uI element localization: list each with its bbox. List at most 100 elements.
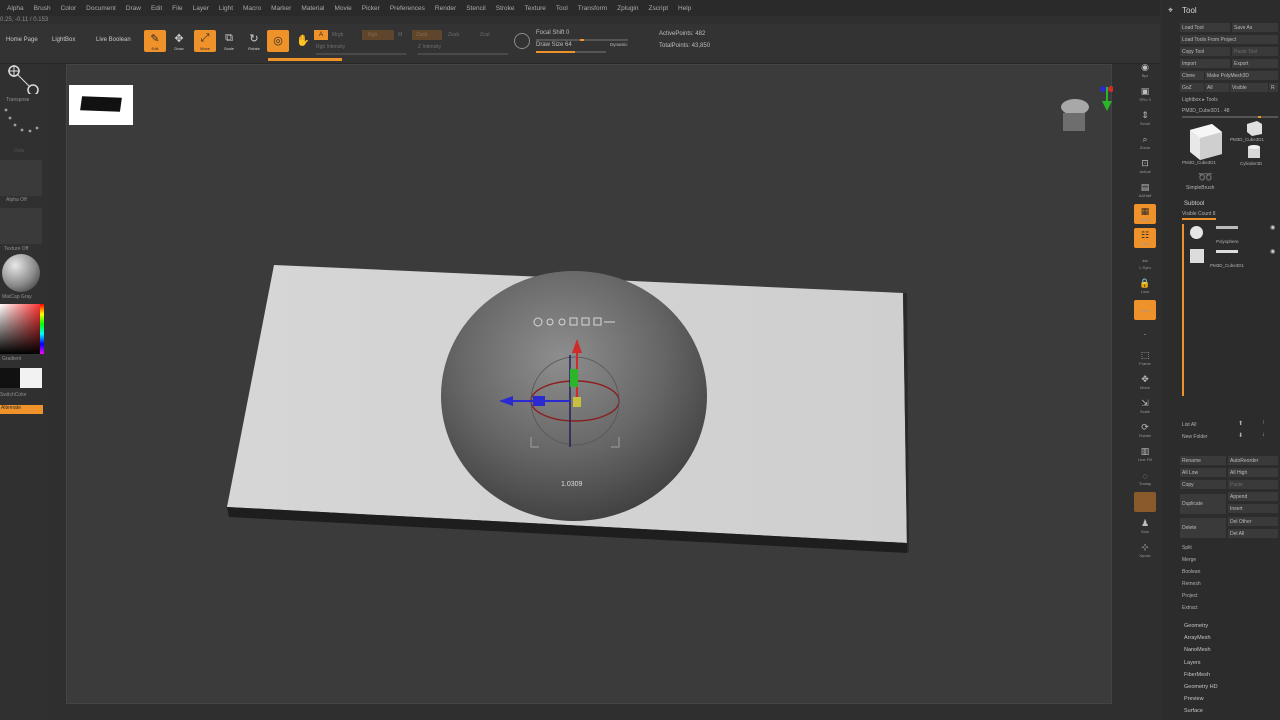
secondary-color-swatch[interactable] <box>20 368 42 388</box>
menu-item-preferences[interactable]: Preferences <box>385 5 430 12</box>
rgb-intensity-slider[interactable]: Rgb Intensity <box>316 44 345 50</box>
menu-item-stencil[interactable]: Stencil <box>461 5 491 12</box>
duplicate-button[interactable]: Duplicate <box>1180 494 1226 514</box>
all-low-button[interactable]: All Low <box>1180 468 1226 477</box>
draw-size-slider[interactable]: Draw Size 64 <box>536 42 572 48</box>
menu-item-movie[interactable]: Movie <box>329 5 356 12</box>
right-shelf-gxyz-button[interactable]: Gxyz <box>1134 300 1156 320</box>
z-intensity-slider[interactable]: Z Intensity <box>418 44 441 50</box>
subtool-item-polysphere[interactable]: ◉ Polysphere <box>1190 224 1276 246</box>
menu-item-zscript[interactable]: Zscript <box>644 5 674 12</box>
right-shelf-spix-3-button[interactable]: ▣ SPix 3 <box>1134 84 1156 104</box>
live-boolean-button[interactable]: Live Boolean <box>90 32 137 48</box>
mrgb-toggle[interactable]: Mrgb <box>332 32 343 38</box>
dynamic-size-icon[interactable] <box>514 33 530 49</box>
menu-item-alpha[interactable]: Alpha <box>2 5 29 12</box>
rename-button[interactable]: Rename <box>1180 456 1226 465</box>
alpha-slot[interactable] <box>0 160 42 196</box>
menu-item-stroke[interactable]: Stroke <box>491 5 520 12</box>
subtool-header[interactable]: Subtool <box>1184 201 1204 207</box>
goz-visible-button[interactable]: Visible <box>1230 83 1268 92</box>
rotate-tool-button[interactable]: ↻ Rotate <box>243 30 265 52</box>
right-shelf-scroll-button[interactable]: ⇕ Scroll <box>1134 108 1156 128</box>
right-shelf-slot-18-button[interactable] <box>1134 492 1156 512</box>
delete-button[interactable]: Delete <box>1180 518 1226 538</box>
project-subpalette[interactable]: Project <box>1182 593 1198 599</box>
copy-button[interactable]: Copy <box>1180 480 1226 489</box>
del-other-button[interactable]: Del Other <box>1228 517 1278 526</box>
eye-icon[interactable]: ◉ <box>1270 248 1275 255</box>
dynamic-toggle[interactable]: Dynamic <box>610 42 628 47</box>
extract-subpalette[interactable]: Extract <box>1182 605 1198 611</box>
right-shelf-xpose-button[interactable]: ⊹ Xpose <box>1134 540 1156 560</box>
menu-item-zplugin[interactable]: Zplugin <box>612 5 643 12</box>
right-shelf-frame-button[interactable]: ⬚ Frame <box>1134 348 1156 368</box>
right-shelf-scale-button[interactable]: ⇲ Scale <box>1134 396 1156 416</box>
arrow-down-small-icon[interactable]: ↓ <box>1262 432 1265 438</box>
split-subpalette[interactable]: Split <box>1182 545 1192 551</box>
preview-subpalette[interactable]: Preview <box>1184 696 1204 702</box>
arrow-up-icon[interactable]: ⬆ <box>1238 420 1243 427</box>
right-shelf-zoom-button[interactable]: ⌕ Zoom <box>1134 132 1156 152</box>
a-toggle[interactable]: A <box>314 30 328 40</box>
append-button[interactable]: Append <box>1228 492 1278 501</box>
arrow-down-icon[interactable]: ⬇ <box>1238 432 1243 439</box>
insert-button[interactable]: Insert <box>1228 504 1278 513</box>
right-shelf-l-sym-button[interactable]: ⇔ L.Sym <box>1134 252 1156 272</box>
merge-subpalette[interactable]: Merge <box>1182 557 1196 563</box>
copy-tool-button[interactable]: Copy Tool <box>1180 47 1230 56</box>
paste-button[interactable]: Paste <box>1228 480 1278 489</box>
nanomesh-subpalette[interactable]: NanoMesh <box>1184 647 1211 653</box>
right-shelf-transp-button[interactable]: ◌ Transp <box>1134 468 1156 488</box>
paste-tool-button[interactable]: Paste Tool <box>1232 47 1278 56</box>
menu-item-macro[interactable]: Macro <box>238 5 266 12</box>
zsub-toggle[interactable]: Zsub <box>448 32 459 38</box>
geometry-hd-subpalette[interactable]: Geometry HD <box>1184 684 1218 690</box>
zcut-toggle[interactable]: Zcut <box>480 32 490 38</box>
menu-item-marker[interactable]: Marker <box>266 5 296 12</box>
load-tool-button[interactable]: Load Tool <box>1180 23 1230 32</box>
goz-r-button[interactable]: R <box>1269 83 1278 92</box>
menu-item-picker[interactable]: Picker <box>357 5 385 12</box>
canvas-viewport[interactable]: 1.0309 <box>66 64 1113 705</box>
menu-item-draw[interactable]: Draw <box>121 5 146 12</box>
eye-icon[interactable]: ◉ <box>1270 224 1275 231</box>
menu-item-brush[interactable]: Brush <box>29 5 56 12</box>
right-shelf-persp-button[interactable]: ▦ Persp <box>1134 204 1156 224</box>
right-shelf-lock-button[interactable]: 🔒 Lock <box>1134 276 1156 296</box>
menu-item-color[interactable]: Color <box>56 5 82 12</box>
goz-all-button[interactable]: All <box>1205 83 1229 92</box>
save-as-button[interactable]: Save As <box>1232 23 1278 32</box>
right-shelf-floor-button[interactable]: ☷ Floor <box>1134 228 1156 248</box>
menu-item-document[interactable]: Document <box>81 5 121 12</box>
material-slot[interactable] <box>0 254 42 292</box>
view-orientation-icon[interactable] <box>1061 86 1113 131</box>
del-all-button[interactable]: Del All <box>1228 529 1278 538</box>
menu-item-material[interactable]: Material <box>296 5 329 12</box>
home-page-button[interactable]: Home Page <box>0 32 44 48</box>
auto-reorder-button[interactable]: AutoReorder <box>1228 456 1278 465</box>
cylinder-tool-thumbnail[interactable] <box>1244 144 1264 160</box>
alternate-button[interactable]: Alternate <box>0 405 43 414</box>
geometry-subpalette[interactable]: Geometry <box>1184 623 1208 629</box>
menu-item-transform[interactable]: Transform <box>573 5 612 12</box>
menu-item-file[interactable]: File <box>167 5 187 12</box>
remesh-subpalette[interactable]: Remesh <box>1182 581 1201 587</box>
texture-slot[interactable] <box>0 208 42 244</box>
menu-item-edit[interactable]: Edit <box>146 5 167 12</box>
scene[interactable] <box>67 65 1113 705</box>
fibermesh-subpalette[interactable]: FiberMesh <box>1184 672 1210 678</box>
move-tool-button[interactable]: ⤢ Move <box>194 30 216 52</box>
dots-stroke-button[interactable] <box>2 106 42 140</box>
make-polymesh-button[interactable]: Make PolyMesh3D <box>1205 71 1278 80</box>
export-button[interactable]: Export <box>1232 59 1278 68</box>
draw-tool-button[interactable]: ✥ Draw <box>168 30 190 52</box>
rgb-toggle[interactable] <box>362 30 394 40</box>
goz-button[interactable]: GoZ <box>1180 83 1204 92</box>
surface-subpalette[interactable]: Surface <box>1184 708 1203 714</box>
transpose-button[interactable] <box>4 64 42 100</box>
new-folder-button[interactable]: New Folder <box>1182 434 1208 440</box>
scale-tool-button[interactable]: ⧉ Scale <box>218 30 240 52</box>
focal-shift-slider[interactable]: Focal Shift 0 <box>536 30 569 36</box>
boolean-subpalette[interactable]: Boolean <box>1182 569 1200 575</box>
